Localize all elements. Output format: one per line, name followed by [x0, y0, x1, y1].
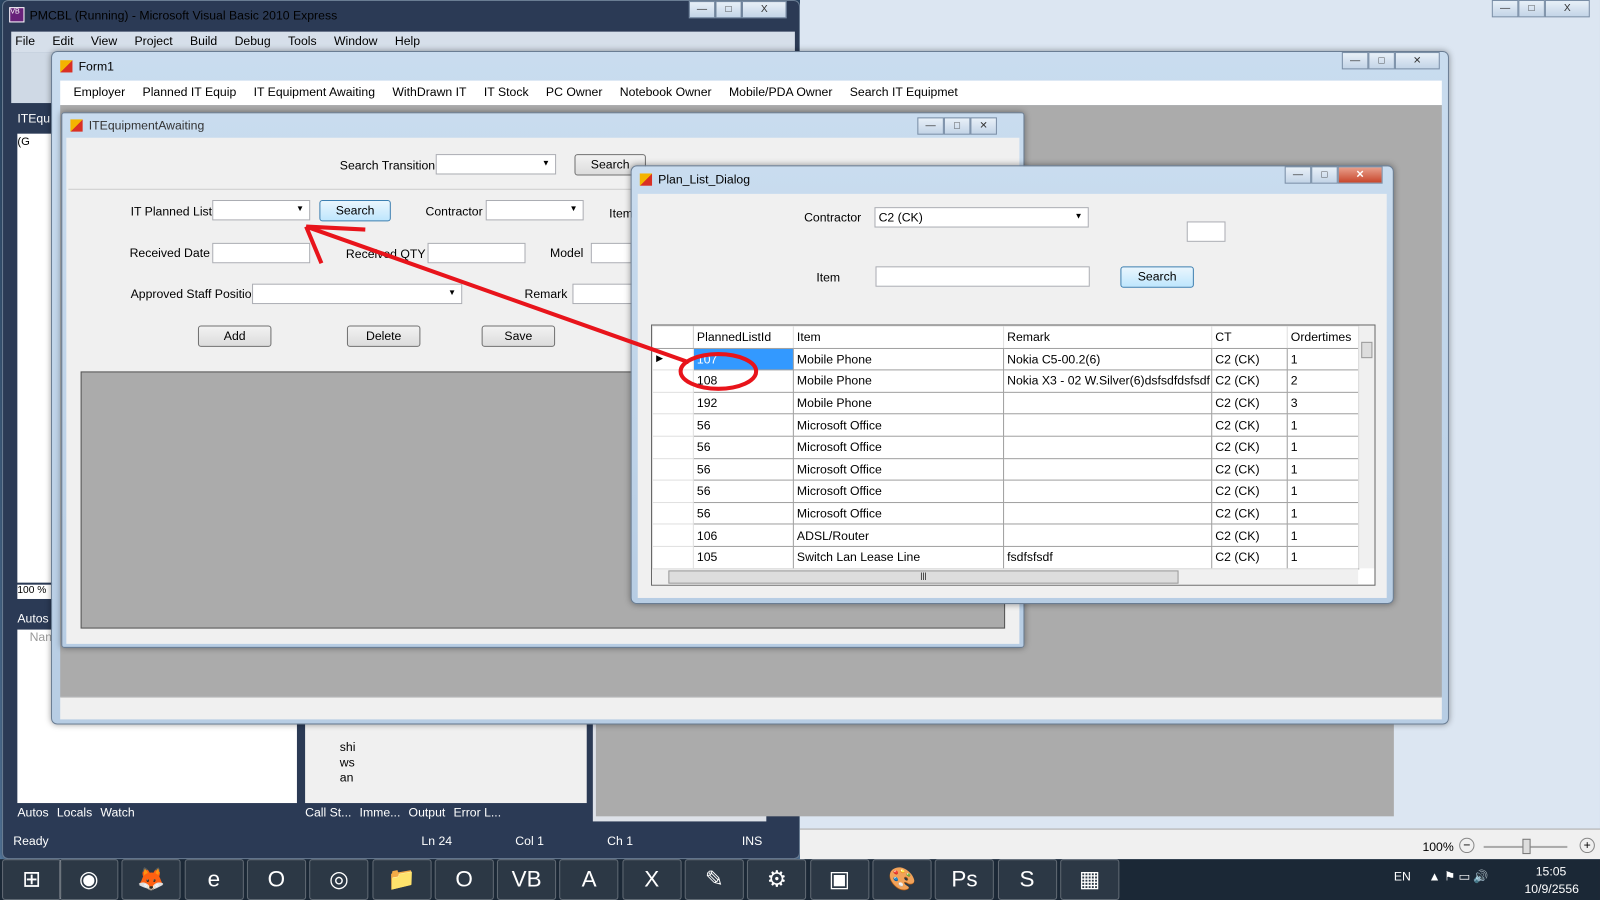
excel-icon[interactable]: X [622, 859, 682, 900]
photoshop-icon[interactable]: Ps [934, 859, 995, 900]
chrome-icon[interactable]: ◉ [59, 859, 119, 900]
desktop: VB PMCBL (Running) - Microsoft Visual Ba… [0, 0, 1600, 900]
windows-start-icon[interactable]: ⊞ [2, 859, 62, 900]
annotation-arrow-line [305, 224, 690, 365]
internet-explorer-icon[interactable]: e [184, 859, 244, 900]
tray-icons[interactable]: ▲ ⚑ ▭ 🔊 [1429, 869, 1489, 883]
red-annotation [304, 224, 759, 391]
windows-app-icon[interactable]: ▦ [1059, 859, 1120, 900]
notepad-icon[interactable]: ✎ [684, 859, 744, 900]
language-indicator[interactable]: EN [1394, 869, 1411, 883]
safari-icon[interactable]: ◎ [309, 859, 369, 900]
clock-time[interactable]: 15:05 [1536, 864, 1567, 878]
settings-icon[interactable]: ⚙ [747, 859, 807, 900]
opera-icon[interactable]: O [246, 859, 307, 900]
access-icon[interactable]: A [559, 859, 619, 900]
paint-icon[interactable]: 🎨 [872, 859, 932, 900]
clock-date[interactable]: 10/9/2556 [1524, 882, 1578, 896]
file-explorer-icon[interactable]: 📁 [371, 859, 432, 900]
skype-icon[interactable]: S [997, 859, 1057, 900]
firefox-icon[interactable]: 🦊 [121, 859, 181, 900]
visual-basic-icon[interactable]: VB [497, 859, 557, 900]
taskbar: EN ▲ ⚑ ▭ 🔊 15:05 10/9/2556 ⊞ ◉ 🦊 e O ◎ 📁 O VB A X ✎… [0, 859, 1600, 900]
outlook-icon[interactable]: O [434, 859, 494, 900]
terminal-icon[interactable]: ▣ [809, 859, 869, 900]
annotation-circle [678, 352, 759, 391]
